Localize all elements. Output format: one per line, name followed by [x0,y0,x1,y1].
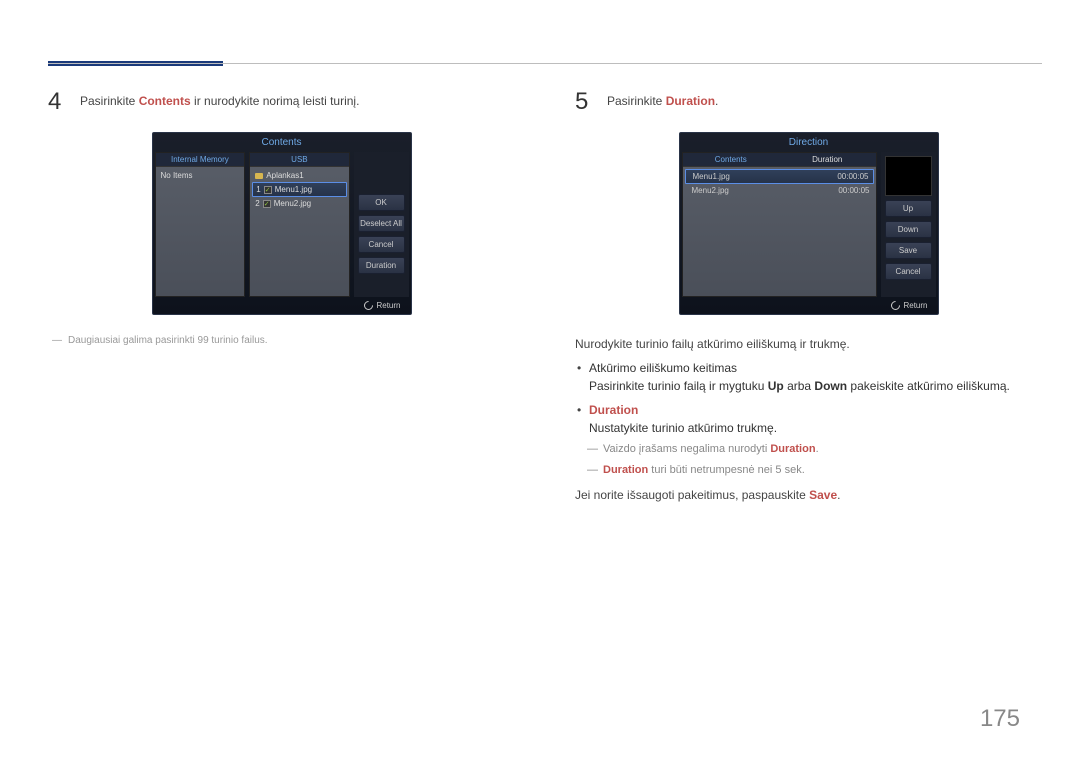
cancel-button[interactable]: Cancel [885,263,932,280]
screen-footer: Return [153,297,411,314]
page-number: 175 [980,705,1020,733]
screen-title: Contents [153,133,411,152]
row-index: 2 [255,199,259,208]
pane-content-duration: Contents Duration Menu1.jpg 00:00:05 [682,152,877,297]
save-button[interactable]: Save [885,242,932,259]
cancel-button[interactable]: Cancel [358,236,405,253]
step-text: Pasirinkite Contents ir nurodykite norim… [80,90,359,108]
folder-name: Aplankas1 [266,171,303,180]
down-button[interactable]: Down [885,221,932,238]
content-columns: 4 Pasirinkite Contents ir nurodykite nor… [48,90,1042,504]
duration-value: 00:00:05 [837,172,868,181]
text: Jei norite išsaugoti pakeitimus, paspaus… [575,488,809,502]
screen-body: Contents Duration Menu1.jpg 00:00:05 [680,152,938,297]
file-name: Menu1.jpg [275,185,312,194]
file-row-2[interactable]: Menu2.jpg 00:00:05 [685,184,874,197]
column-right: 5 Pasirinkite Duration. Direction Conten… [575,90,1042,504]
screen-title: Direction [680,133,938,152]
footnote-text: Daugiausiai galima pasirinkti 99 turinio… [68,335,268,346]
header-divider [48,63,1042,64]
pane-internal-memory: Internal Memory No Items [155,152,246,297]
step-text: Pasirinkite Duration. [607,90,718,108]
return-label[interactable]: Return [903,301,927,310]
pane-usb: USB Aplankas1 1 Menu1.jpg 2 Menu2.jpg [249,152,349,297]
down-keyword: Down [814,379,847,393]
column-left: 4 Pasirinkite Contents ir nurodykite nor… [48,90,515,504]
screenshot-contents: Contents Internal Memory No Items USB Ap… [152,132,412,315]
screenshot-direction: Direction Contents Duration Menu1.jpg 00… [679,132,939,315]
text: . [715,94,718,108]
preview-box [885,156,932,196]
step-number: 5 [575,90,593,114]
step-5: 5 Pasirinkite Duration. [575,90,1042,114]
text: Nustatykite turinio atkūrimo trukmę. [589,421,777,435]
tab-internal-memory[interactable]: Internal Memory [156,153,245,167]
tab-usb[interactable]: USB [250,153,348,167]
duration-value: 00:00:05 [838,186,869,195]
step-number: 4 [48,90,66,114]
text: Pasirinkite [80,94,139,108]
return-icon[interactable] [363,300,376,313]
file-row-1[interactable]: Menu1.jpg 00:00:05 [685,169,874,184]
text: Vaizdo įrašams negalima nurodyti [603,443,770,455]
up-button[interactable]: Up [885,200,932,217]
paragraph: Jei norite išsaugoti pakeitimus, paspaus… [575,486,1042,504]
list-item: Duration Nustatykite turinio atkūrimo tr… [589,401,1042,478]
text: . [837,488,840,502]
paragraph: Nurodykite turinio failų atkūrimo eilišk… [575,335,1042,353]
duration-keyword: Duration [666,94,715,108]
checkbox-icon[interactable] [263,200,271,208]
text: . [816,443,819,455]
file-name: Menu2.jpg [274,199,311,208]
file-name: Menu2.jpg [692,186,729,195]
file-row-2[interactable]: 2 Menu2.jpg [252,197,346,210]
duration-keyword: Duration [589,403,638,417]
sub-item: Duration turi būti netrumpesnė nei 5 sek… [603,462,1042,479]
duration-keyword: Duration [770,443,815,455]
text: Pasirinkite turinio failą ir mygtuku [589,379,768,393]
contents-keyword: Contents [139,94,191,108]
return-label[interactable]: Return [376,301,400,310]
sub-list: Vaizdo įrašams negalima nurodyti Duratio… [589,441,1042,478]
text: arba [784,379,815,393]
deselect-all-button[interactable]: Deselect All [358,215,405,232]
list-item: Atkūrimo eiliškumo keitimas Pasirinkite … [589,359,1042,395]
save-keyword: Save [809,488,837,502]
text: ir nurodykite norimą leisti turinį. [191,94,360,108]
tab-duration[interactable]: Duration [779,153,876,167]
return-icon[interactable] [890,300,903,313]
file-name: Menu1.jpg [693,172,730,181]
pane-actions: OK Deselect All Cancel Duration [354,152,409,297]
footnote: ― Daugiausiai galima pasirinkti 99 turin… [52,335,515,346]
empty-label: No Items [158,169,243,182]
screen-body: Internal Memory No Items USB Aplankas1 1… [153,152,411,297]
folder-row[interactable]: Aplankas1 [252,169,346,182]
text: Pasirinkite [607,94,666,108]
row-index: 1 [256,185,260,194]
bullet-title: Atkūrimo eiliškumo keitimas [589,361,737,375]
checkbox-icon[interactable] [264,186,272,194]
text: No Items [161,171,193,180]
duration-keyword: Duration [603,464,648,476]
ok-button[interactable]: OK [358,194,405,211]
up-keyword: Up [768,379,784,393]
tab-contents[interactable]: Contents [683,153,780,167]
step-4: 4 Pasirinkite Contents ir nurodykite nor… [48,90,515,114]
text: turi būti netrumpesnė nei 5 sek. [648,464,805,476]
file-row-1[interactable]: 1 Menu1.jpg [252,182,346,197]
dash-icon: ― [52,335,62,346]
sub-item: Vaizdo įrašams negalima nurodyti Duratio… [603,441,1042,458]
duration-button[interactable]: Duration [358,257,405,274]
folder-icon [255,173,263,179]
screen-footer: Return [680,297,938,314]
pane-actions: Up Down Save Cancel [881,152,936,297]
text: pakeiskite atkūrimo eiliškumą. [847,379,1010,393]
bullet-list: Atkūrimo eiliškumo keitimas Pasirinkite … [575,359,1042,478]
